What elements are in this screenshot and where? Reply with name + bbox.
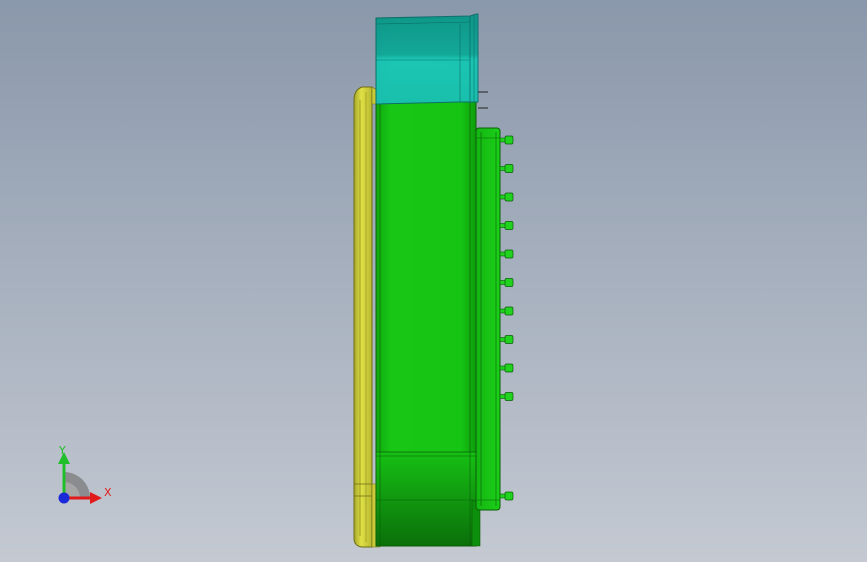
x-axis-label: X	[104, 486, 112, 499]
connector-pins[interactable]	[499, 135, 514, 501]
graphics-viewport[interactable]: Y X	[0, 0, 867, 562]
connector-pin[interactable]	[499, 491, 514, 501]
cad-model-side-view[interactable]	[0, 0, 867, 562]
z-axis-dot-icon	[58, 492, 70, 504]
connector-pin[interactable]	[499, 335, 514, 344]
coordinate-triad: Y X	[58, 444, 112, 504]
connector-panel[interactable]	[475, 127, 501, 511]
top-transparent-section[interactable]	[375, 13, 479, 105]
connector-pin[interactable]	[499, 221, 514, 230]
y-axis-label: Y	[58, 444, 66, 457]
connector-pin[interactable]	[499, 192, 514, 202]
connector-pin[interactable]	[499, 249, 514, 259]
connector-pin[interactable]	[499, 392, 514, 401]
connector-pin[interactable]	[499, 278, 514, 287]
connector-pin[interactable]	[499, 306, 514, 316]
connector-pin[interactable]	[499, 363, 514, 373]
connector-pin[interactable]	[499, 135, 514, 145]
connector-pin[interactable]	[499, 164, 514, 173]
